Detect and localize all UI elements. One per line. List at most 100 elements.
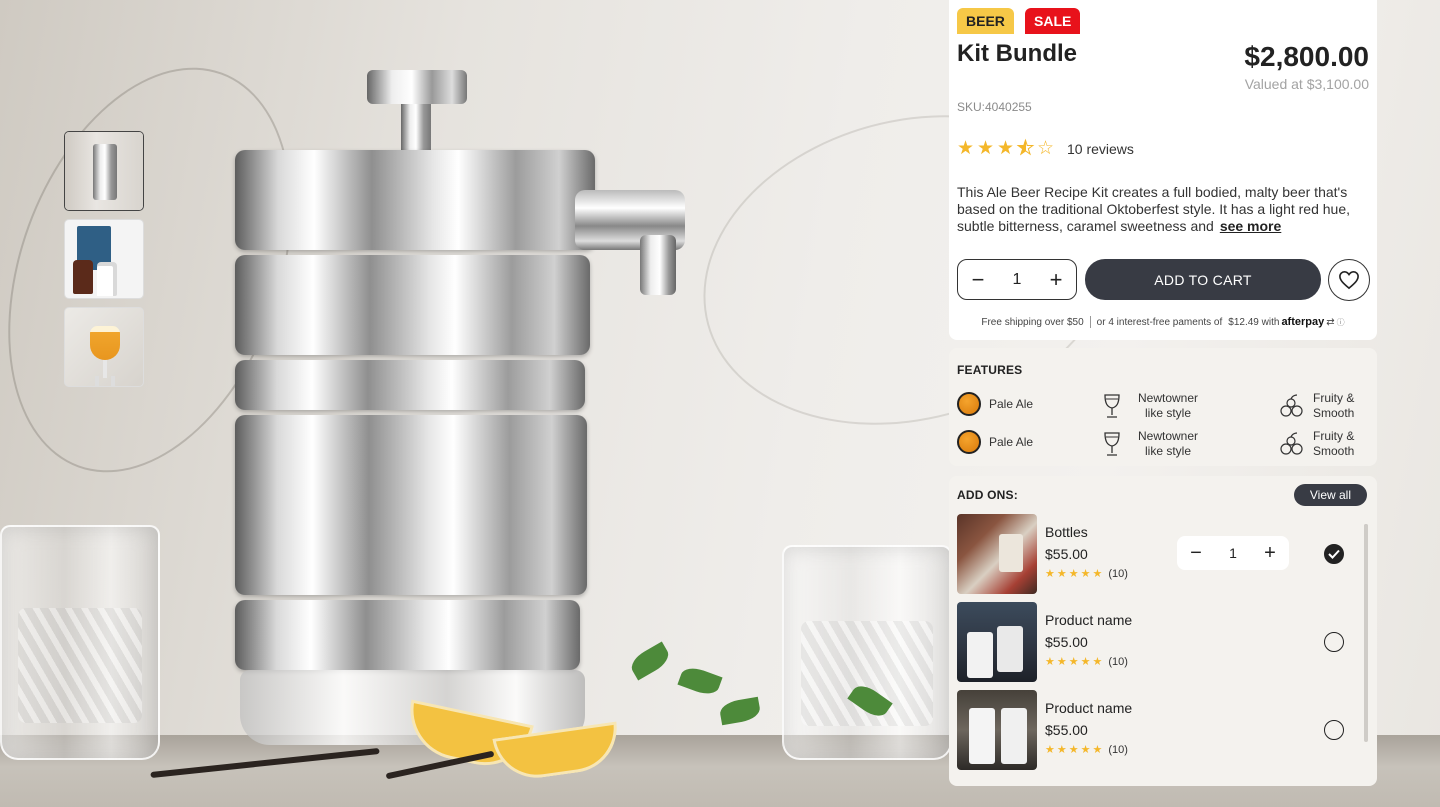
addon-price: $55.00 <box>1045 634 1088 650</box>
addons-card: ADD ONS: View all Bottles $55.00 ★ ★ ★ ★ ★ (… <box>949 476 1377 786</box>
crystal-glass-right <box>782 545 952 760</box>
brewer-tap <box>640 235 676 295</box>
product-rating[interactable]: ★ ★ ★ ★ ☆ 10 reviews <box>957 138 1134 159</box>
view-all-button[interactable]: View all <box>1293 484 1367 506</box>
star-full-icon: ★ <box>1092 568 1103 580</box>
brewer-band <box>235 150 595 250</box>
addon-quantity-value[interactable]: 1 <box>1229 545 1237 561</box>
star-half-icon: ★ <box>1017 138 1035 159</box>
addon-review-count: (10) <box>1108 743 1128 756</box>
product-price: $2,800.00 <box>1244 41 1369 72</box>
brewery-kit-thumbnail-image <box>65 220 143 298</box>
quantity-stepper: − 1 + <box>957 259 1077 300</box>
pale-ale-color-icon <box>957 430 981 454</box>
feature-glass-style: Newtowner like style <box>1101 391 1203 421</box>
star-full-icon: ★ <box>1092 656 1103 668</box>
feature-fruity: Fruity & Smooth <box>1279 391 1363 421</box>
addon-item: Bottles $55.00 ★ ★ ★ ★ ★ (10) − 1 + <box>957 514 1357 594</box>
addon-review-count: (10) <box>1108 567 1128 580</box>
star-full-icon: ★ <box>1092 744 1103 756</box>
add-to-cart-button[interactable]: ADD TO CART <box>1085 259 1321 300</box>
increase-quantity-button[interactable]: + <box>1046 267 1066 293</box>
features-card: FEATURES Pale Ale Newtowner like style F… <box>949 348 1377 466</box>
star-full-icon: ★ <box>977 138 995 159</box>
addon-rating: ★ ★ ★ ★ ★ (10) <box>1045 655 1128 669</box>
addon-select-radio[interactable] <box>1324 544 1344 564</box>
addon-image[interactable] <box>957 690 1037 770</box>
features-heading: FEATURES <box>957 363 1023 377</box>
feature-label: Newtowner like style <box>1137 391 1199 420</box>
beer-badge: BEER <box>957 8 1014 34</box>
star-full-icon: ★ <box>1056 744 1067 756</box>
shipping-divider <box>1089 316 1091 328</box>
valued-at-price: Valued at $3,100.00 <box>1244 76 1369 92</box>
addon-price: $55.00 <box>1045 722 1088 738</box>
star-full-icon: ★ <box>1068 568 1079 580</box>
star-full-icon: ★ <box>1056 656 1067 668</box>
star-full-icon: ★ <box>1045 656 1055 668</box>
addon-review-count: (10) <box>1108 655 1128 668</box>
addon-rating: ★ ★ ★ ★ ★ (10) <box>1045 743 1128 757</box>
feature-label: Fruity & Smooth <box>1313 391 1355 420</box>
checkmark-icon <box>1328 549 1340 559</box>
crystal-glass-left <box>0 525 160 760</box>
feature-pale-ale: Pale Ale <box>957 392 1033 416</box>
shipping-info: Free shipping over $50 or 4 interest-fre… <box>949 316 1377 328</box>
addon-item: Product name $55.00 ★ ★ ★ ★ ★ (10) <box>957 690 1357 770</box>
star-full-icon: ★ <box>1045 568 1055 580</box>
star-empty-icon: ☆ <box>1037 138 1055 159</box>
quantity-value[interactable]: 1 <box>1013 271 1022 289</box>
addon-name[interactable]: Bottles <box>1045 524 1088 540</box>
feature-label: Pale Ale <box>989 435 1034 449</box>
reviews-count[interactable]: 10 reviews <box>1067 141 1134 157</box>
mint-leaf <box>718 696 762 726</box>
addons-scrollbar-thumb[interactable] <box>1364 524 1368 634</box>
brewer-kit <box>235 70 685 750</box>
sale-badge: SALE <box>1025 8 1081 34</box>
thumbnail-brewer-kit[interactable] <box>64 131 144 211</box>
addon-select-radio[interactable] <box>1324 632 1344 652</box>
addon-image[interactable] <box>957 602 1037 682</box>
wishlist-button[interactable] <box>1328 259 1370 301</box>
brewer-band <box>235 360 585 410</box>
star-full-icon: ★ <box>1068 744 1079 756</box>
addon-rating: ★ ★ ★ ★ ★ (10) <box>1045 567 1128 581</box>
afterpay-arrows-icon: ⇄ <box>1326 316 1335 328</box>
info-icon[interactable]: ⓘ <box>1337 317 1345 328</box>
mint-leaf <box>627 641 673 681</box>
thumbnail-beer-glass[interactable] <box>64 307 144 387</box>
decrease-quantity-button[interactable]: − <box>968 267 988 293</box>
addon-name[interactable]: Product name <box>1045 612 1132 628</box>
star-full-icon: ★ <box>1080 744 1091 756</box>
decrease-quantity-button[interactable]: − <box>1187 542 1205 565</box>
feature-label: Newtowner like style <box>1137 429 1199 458</box>
brewer-band <box>235 415 587 595</box>
feature-glass-style: Newtowner like style <box>1101 429 1203 459</box>
addons-scrollbar[interactable] <box>1364 524 1368 742</box>
feature-label: Pale Ale <box>989 397 1034 411</box>
product-description: This Ale Beer Recipe Kit creates a full … <box>957 184 1369 235</box>
beer-glass-thumbnail-image <box>65 308 143 386</box>
addon-quantity-stepper: − 1 + <box>1177 536 1289 570</box>
fruit-icon <box>1280 394 1303 417</box>
star-full-icon: ★ <box>1045 744 1055 756</box>
addon-select-radio[interactable] <box>1324 720 1344 740</box>
thumbnail-brewery-kit-box[interactable] <box>64 219 144 299</box>
brewer-lid-knob <box>367 70 467 104</box>
free-shipping-text: Free shipping over $50 <box>981 316 1084 328</box>
product-title: Kit Bundle <box>957 40 1077 67</box>
addon-name[interactable]: Product name <box>1045 700 1132 716</box>
installments-text: or 4 interest-free paments of <box>1096 316 1223 328</box>
addon-price: $55.00 <box>1045 546 1088 562</box>
addon-item: Product name $55.00 ★ ★ ★ ★ ★ (10) <box>957 602 1357 682</box>
brewer-thumbnail-image <box>65 132 143 210</box>
star-full-icon: ★ <box>997 138 1015 159</box>
addon-image[interactable] <box>957 514 1037 594</box>
beer-glass-icon <box>1104 394 1120 418</box>
pale-ale-color-icon <box>957 392 981 416</box>
see-more-link[interactable]: see more <box>1220 218 1281 234</box>
fruit-icon <box>1280 432 1303 455</box>
thumbnail-gallery <box>64 131 144 395</box>
star-full-icon: ★ <box>1068 656 1079 668</box>
increase-quantity-button[interactable]: + <box>1261 542 1279 565</box>
